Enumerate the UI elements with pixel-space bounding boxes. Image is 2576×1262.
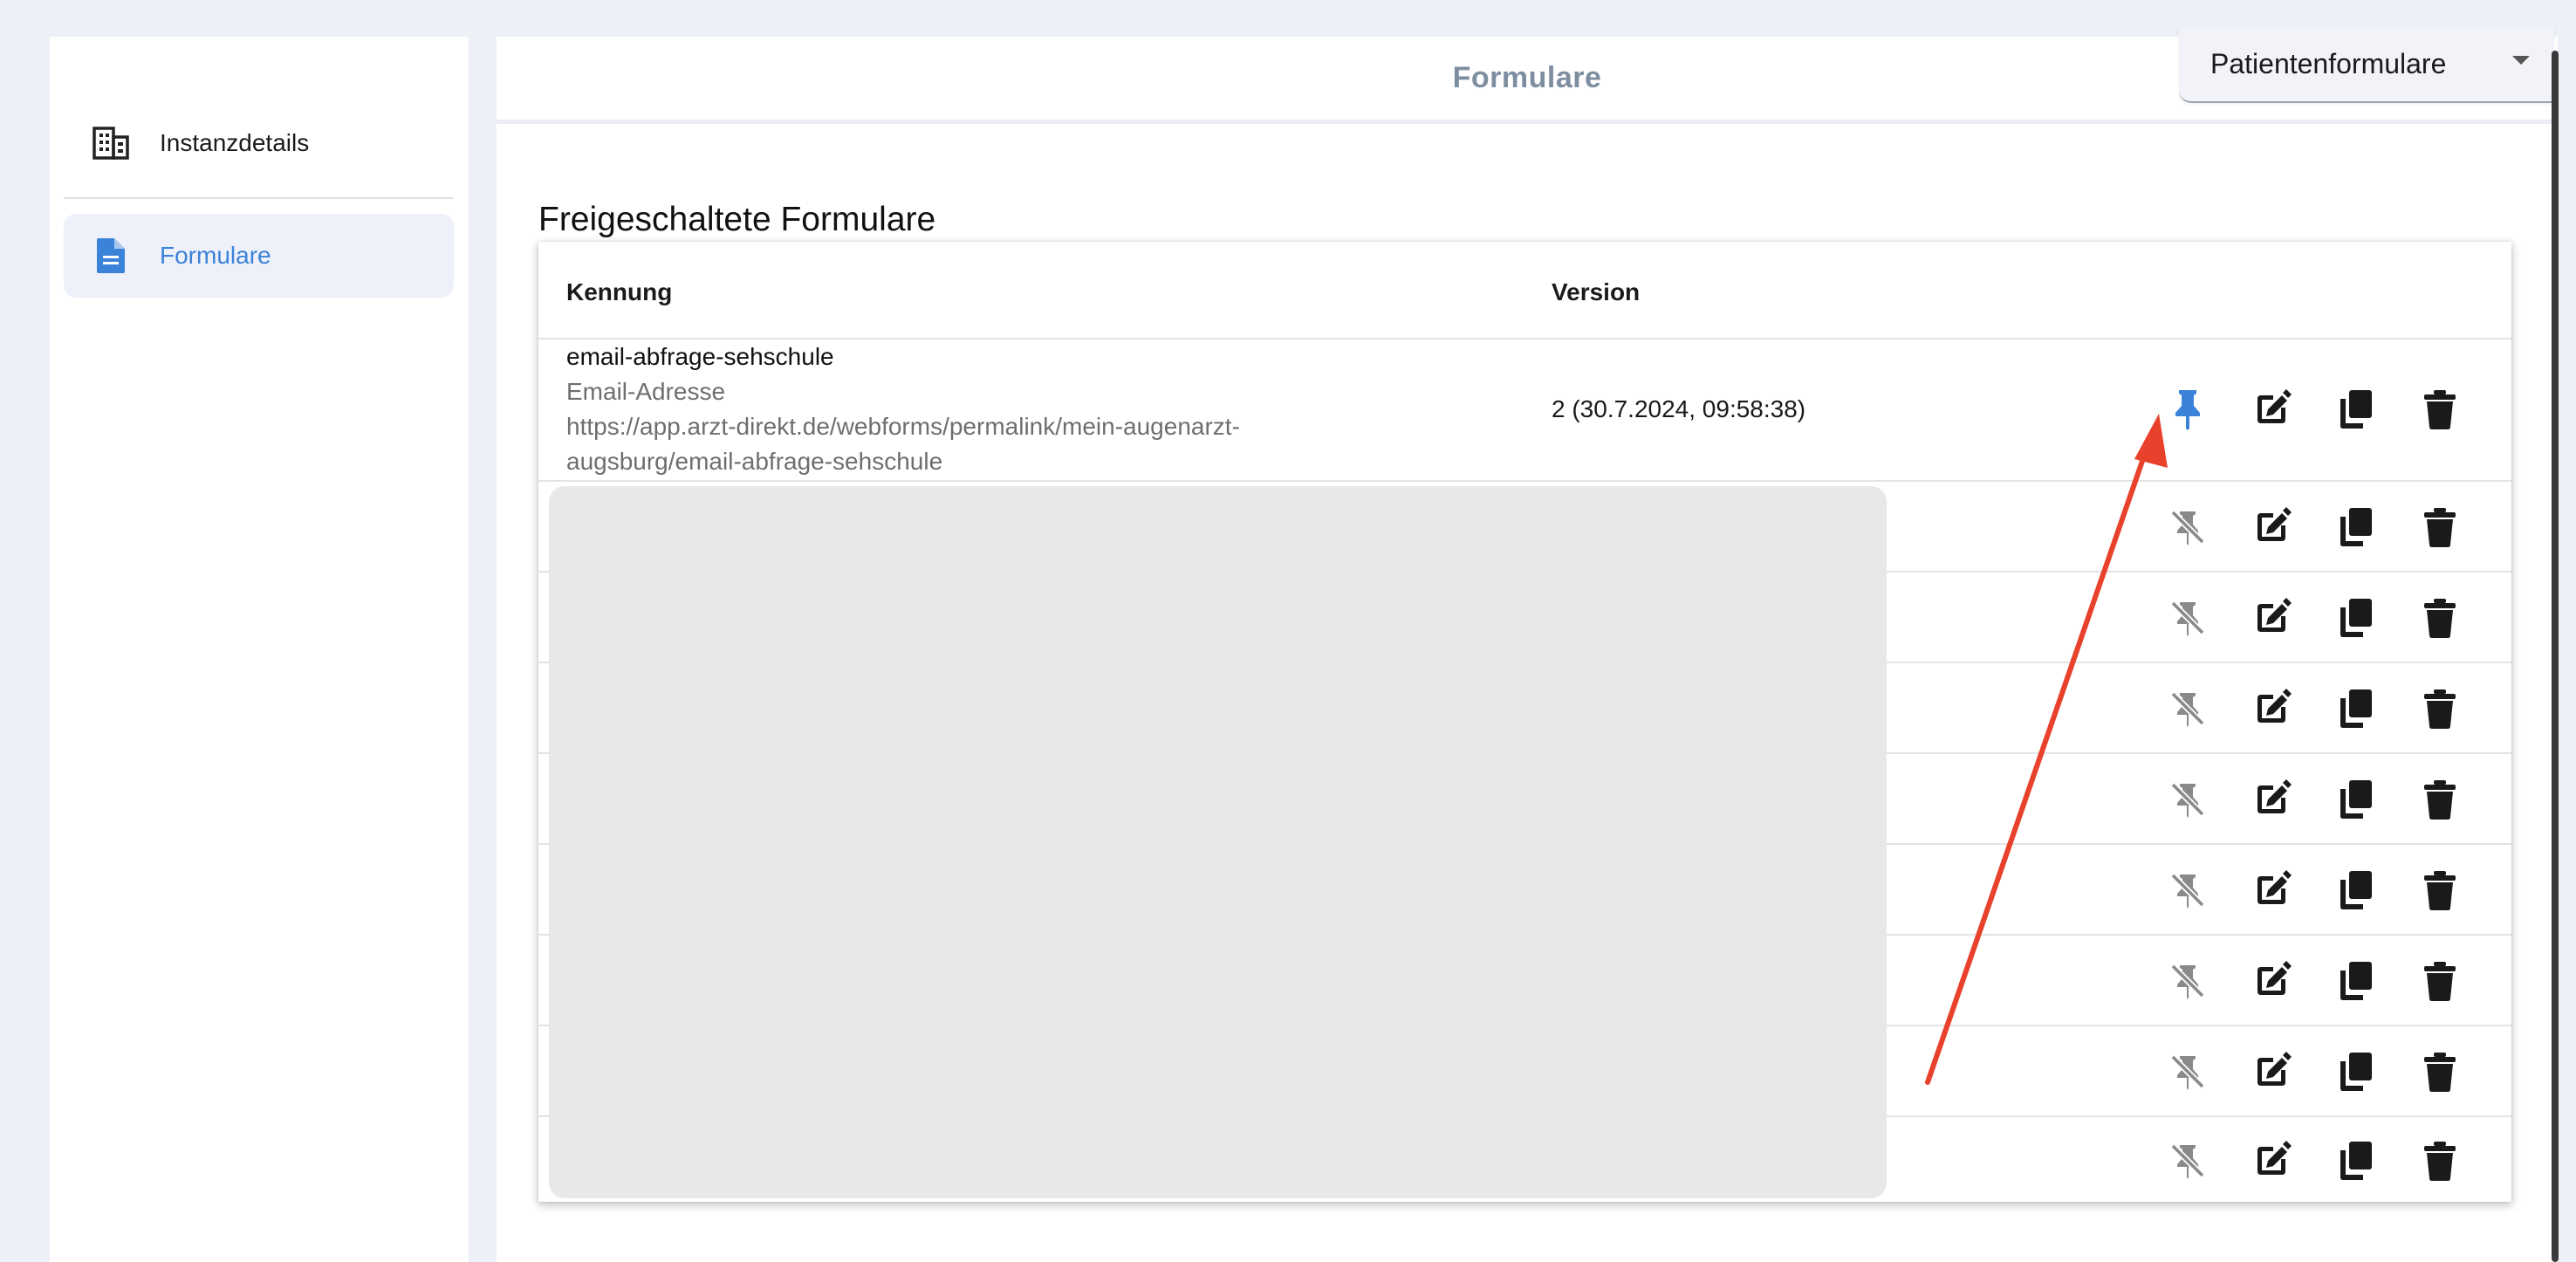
edit-icon[interactable] [2245,864,2298,916]
scrollbar[interactable] [2552,51,2559,1262]
pin-off-icon[interactable] [2162,955,2214,1007]
row-actions [2162,501,2493,553]
trash-icon[interactable] [2414,592,2466,644]
sidebar-item-formulare[interactable]: Formulare [64,214,454,298]
redacted-area [549,486,1887,1198]
sidebar-item-label: Instanzdetails [160,129,310,156]
copy-icon[interactable] [2330,383,2382,436]
form-type-select-value: Patientenformulare [2210,47,2447,79]
page-title: Formulare [1452,61,1602,94]
row-actions [2162,682,2493,735]
form-permalink-line2[interactable]: augsburg/email-abfrage-sehschule [566,444,1474,479]
copy-icon[interactable] [2330,1135,2382,1187]
edit-icon[interactable] [2245,1046,2298,1098]
pin-off-icon[interactable] [2162,773,2214,826]
form-permalink-line1[interactable]: https://app.arzt-direkt.de/webforms/perm… [566,409,1474,444]
form-subtitle: Email-Adresse [566,378,726,405]
copy-icon[interactable] [2330,864,2382,916]
kennung-cell: email-abfrage-sehschule Email-Adresse ht… [566,340,1474,479]
edit-icon[interactable] [2245,592,2298,644]
edit-icon[interactable] [2245,501,2298,553]
copy-icon[interactable] [2330,955,2382,1007]
row-actions [2162,773,2493,826]
sidebar-item-instanzdetails[interactable]: Instanzdetails [64,101,454,185]
form-type-select[interactable]: Patientenformulare [2179,26,2554,103]
trash-icon[interactable] [2414,501,2466,553]
version-cell: 2 (30.7.2024, 09:58:38) [1552,395,1806,422]
row-actions [2162,864,2493,916]
trash-icon[interactable] [2414,1135,2466,1187]
edit-icon[interactable] [2245,383,2298,436]
section-title: Freigeschaltete Formulare [538,201,936,238]
row-actions [2162,1046,2493,1098]
building-icon [90,122,132,164]
trash-icon[interactable] [2414,773,2466,826]
sidebar-divider [64,197,454,199]
copy-icon[interactable] [2330,501,2382,553]
copy-icon[interactable] [2330,682,2382,735]
column-header-version: Version [1552,278,1641,305]
document-icon [90,235,132,277]
edit-icon[interactable] [2245,773,2298,826]
edit-icon[interactable] [2245,682,2298,735]
sidebar: Instanzdetails Formulare [50,37,469,1262]
pin-off-icon[interactable] [2162,501,2214,553]
row-actions [2162,383,2493,436]
pin-off-icon[interactable] [2162,682,2214,735]
pin-off-icon[interactable] [2162,1135,2214,1187]
sidebar-item-label: Formulare [160,242,271,269]
pin-off-icon[interactable] [2162,1046,2214,1098]
pin-icon[interactable] [2162,383,2214,436]
edit-icon[interactable] [2245,1135,2298,1187]
app-root: Instanzdetails Formulare Formulare Freig… [0,0,2576,1262]
copy-icon[interactable] [2330,592,2382,644]
trash-icon[interactable] [2414,682,2466,735]
row-actions [2162,1135,2493,1187]
form-identifier: email-abfrage-sehschule [566,343,834,370]
copy-icon[interactable] [2330,773,2382,826]
row-actions [2162,592,2493,644]
edit-icon[interactable] [2245,955,2298,1007]
trash-icon[interactable] [2414,955,2466,1007]
caret-down-icon [2512,56,2530,65]
trash-icon[interactable] [2414,864,2466,916]
pin-off-icon[interactable] [2162,864,2214,916]
trash-icon[interactable] [2414,1046,2466,1098]
row-actions [2162,955,2493,1007]
pin-off-icon[interactable] [2162,592,2214,644]
trash-icon[interactable] [2414,383,2466,436]
copy-icon[interactable] [2330,1046,2382,1098]
table-header: Kennung Version [538,242,2511,340]
column-header-kennung: Kennung [566,278,673,305]
